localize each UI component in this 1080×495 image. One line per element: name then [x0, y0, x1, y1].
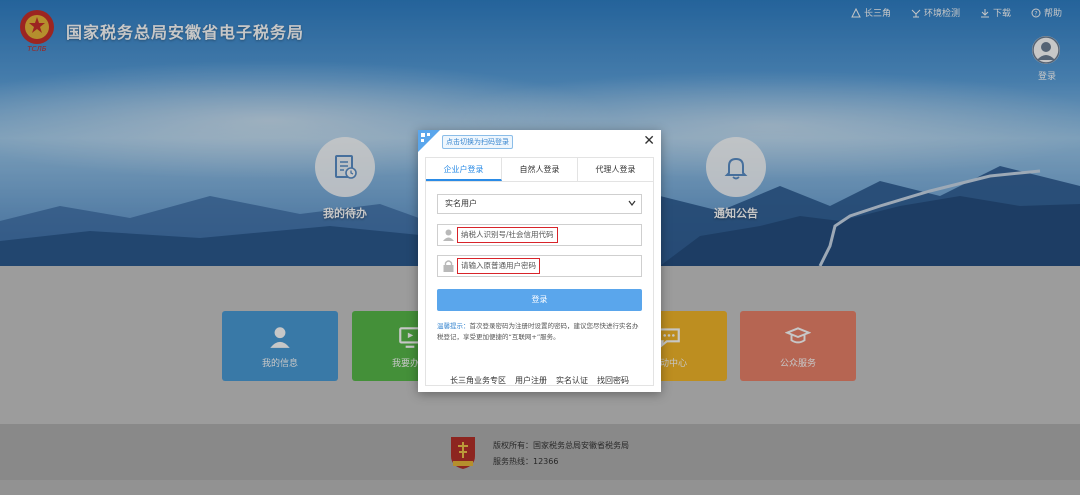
tip-prefix: 温馨提示：	[437, 322, 470, 330]
login-submit-button[interactable]: 登录	[437, 289, 642, 311]
link-real-name-auth[interactable]: 实名认证	[556, 375, 588, 386]
taxpayer-id-placeholder: 纳税人识别号/社会信用代码	[457, 227, 558, 243]
tab-individual-login[interactable]: 自然人登录	[502, 158, 578, 181]
password-placeholder: 请输入原普通用户密码	[457, 258, 540, 274]
link-recover-password[interactable]: 找回密码	[597, 375, 629, 386]
tab-enterprise-login[interactable]: 企业户登录	[426, 158, 502, 181]
login-modal: 点击切换为扫码登录 ✕ 企业户登录 自然人登录 代理人登录 实名用户 纳税人识别…	[418, 130, 661, 392]
warm-tip: 温馨提示：首次登录密码为注册时设置的密码，建议您尽快进行实名办税登记，享受更加便…	[437, 321, 644, 343]
user-type-select[interactable]: 实名用户	[437, 194, 642, 214]
tab-agent-login[interactable]: 代理人登录	[578, 158, 653, 181]
user-type-value: 实名用户	[445, 199, 477, 208]
chevron-down-icon	[628, 200, 636, 206]
qr-code-icon[interactable]	[418, 130, 440, 152]
user-icon	[443, 229, 454, 241]
login-panel: 企业户登录 自然人登录 代理人登录 实名用户 纳税人识别号/社会信用代码 请输入…	[425, 157, 654, 386]
password-input[interactable]: 请输入原普通用户密码	[437, 255, 642, 277]
lock-icon	[443, 260, 454, 272]
login-tabs: 企业户登录 自然人登录 代理人登录	[426, 158, 653, 182]
close-icon[interactable]: ✕	[643, 134, 655, 148]
modal-links: 长三角业务专区 用户注册 实名认证 找回密码	[418, 375, 661, 386]
taxpayer-id-input[interactable]: 纳税人识别号/社会信用代码	[437, 224, 642, 246]
link-changsanjiao-zone[interactable]: 长三角业务专区	[450, 375, 506, 386]
link-register[interactable]: 用户注册	[515, 375, 547, 386]
qr-login-tip[interactable]: 点击切换为扫码登录	[442, 135, 513, 149]
